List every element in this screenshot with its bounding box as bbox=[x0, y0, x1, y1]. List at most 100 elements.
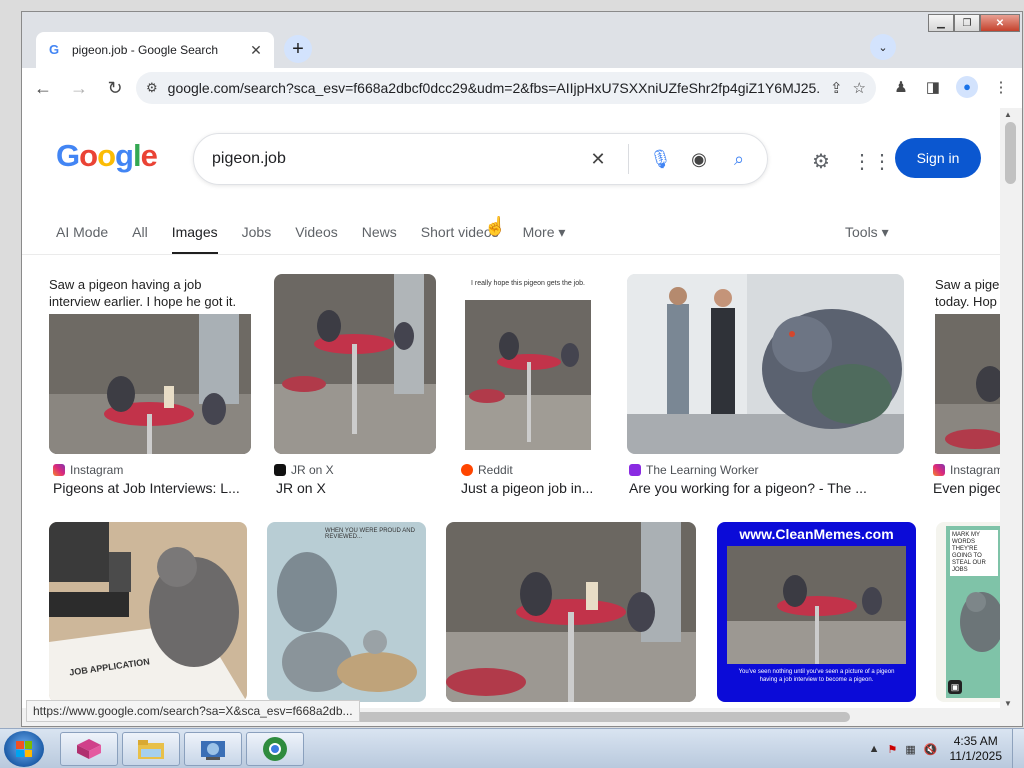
network-icon[interactable]: ▦ bbox=[905, 743, 915, 756]
tab-search-button[interactable]: ⌄ bbox=[870, 34, 896, 60]
share-icon[interactable]: ⇪ bbox=[830, 79, 843, 97]
browser-tab[interactable]: G pigeon.job - Google Search ✕ bbox=[36, 32, 274, 68]
address-bar[interactable]: ⚙ google.com/search?sca_esv=f668a2dbcf0d… bbox=[136, 72, 876, 104]
search-box[interactable]: pigeon.job ✕ 🎙 ◉ ⌕ bbox=[193, 133, 768, 185]
result-source[interactable]: Instagram bbox=[53, 463, 123, 477]
taskbar-app-visualstudio[interactable] bbox=[60, 732, 118, 766]
pigeon-cafe-image bbox=[727, 546, 906, 664]
pigeon-cafe-image bbox=[935, 314, 1000, 454]
tab-jobs[interactable]: Jobs bbox=[242, 224, 272, 255]
taskbar: ▲ ⚑ ▦ 🔇 4:35 AM 11/1/2025 bbox=[0, 728, 1024, 768]
show-desktop-button[interactable] bbox=[1012, 729, 1024, 768]
instagram-icon bbox=[53, 464, 65, 476]
result-thumbnail[interactable]: WHEN YOU WERE PROUD AND REVIEWED... bbox=[267, 522, 426, 702]
taskbar-app-control-panel[interactable] bbox=[184, 732, 242, 766]
reddit-icon bbox=[461, 464, 473, 476]
result-thumbnail[interactable] bbox=[274, 274, 436, 454]
result-source[interactable]: The Learning Worker bbox=[629, 463, 759, 477]
result-source[interactable]: Instagram bbox=[933, 463, 1000, 477]
start-button[interactable] bbox=[4, 731, 44, 767]
result-thumbnail[interactable]: I really hope this pigeon gets the job. bbox=[459, 274, 597, 454]
vertical-scrollbar[interactable]: ▲ ▼ bbox=[1000, 108, 1022, 710]
result-thumbnail[interactable]: www.CleanMemes.com You've seen nothing u… bbox=[717, 522, 916, 702]
back-button[interactable]: ← bbox=[28, 73, 58, 103]
tab-strip: G pigeon.job - Google Search ✕ + ⌄ bbox=[22, 12, 1022, 68]
reload-button[interactable]: ↻ bbox=[100, 73, 130, 103]
new-tab-button[interactable]: + bbox=[284, 35, 312, 63]
site-info-icon[interactable]: ⚙ bbox=[146, 80, 158, 96]
clear-search-icon[interactable]: ✕ bbox=[588, 149, 608, 170]
tab-images[interactable]: Images bbox=[171, 224, 218, 255]
tools-menu[interactable]: Tools ▾ bbox=[845, 224, 889, 241]
search-icon[interactable]: ⌕ bbox=[729, 149, 749, 170]
profile-avatar-icon[interactable]: ● bbox=[956, 76, 978, 98]
lens-camera-icon[interactable]: ◉ bbox=[689, 149, 709, 170]
tab-news[interactable]: News bbox=[362, 224, 397, 255]
result-title[interactable]: Are you working for a pigeon? - The ... bbox=[629, 480, 904, 496]
result-thumbnail[interactable] bbox=[627, 274, 904, 454]
meme-caption: WHEN YOU WERE PROUD AND REVIEWED... bbox=[325, 528, 415, 540]
result-title[interactable]: Just a pigeon job in... bbox=[461, 480, 601, 496]
result-thumbnail[interactable]: JOB APPLICATION bbox=[49, 522, 247, 702]
side-panel-icon[interactable]: ◨ bbox=[924, 78, 942, 96]
sign-in-button[interactable]: Sign in bbox=[895, 138, 981, 178]
tab-title: pigeon.job - Google Search bbox=[72, 43, 219, 57]
action-center-flag-icon[interactable]: ⚑ bbox=[888, 743, 898, 756]
result-title[interactable]: Pigeons at Job Interviews: L... bbox=[53, 480, 251, 496]
google-logo[interactable]: Google bbox=[56, 138, 158, 174]
pigeon-cafe-image bbox=[274, 274, 436, 454]
pigeon-cafe-image bbox=[465, 300, 591, 450]
control-panel-icon bbox=[201, 741, 225, 760]
result-title[interactable]: Even pigeo bbox=[933, 480, 1000, 496]
meme-caption: MARK MY WORDS THEY'RE GOING TO STEAL OUR… bbox=[950, 530, 998, 576]
taskbar-app-chrome[interactable] bbox=[246, 732, 304, 766]
menu-kebab-icon[interactable]: ⋮ bbox=[992, 78, 1010, 96]
close-window-button[interactable]: ✕ bbox=[980, 14, 1020, 32]
result-thumbnail[interactable]: MARK MY WORDS THEY'RE GOING TO STEAL OUR… bbox=[936, 522, 1000, 702]
search-input[interactable]: pigeon.job bbox=[212, 150, 588, 168]
tray-expand-icon[interactable]: ▲ bbox=[869, 743, 880, 755]
taskbar-app-explorer[interactable] bbox=[122, 732, 180, 766]
forward-button[interactable]: → bbox=[64, 73, 94, 103]
result-source[interactable]: JR on X bbox=[274, 463, 334, 477]
tab-videos[interactable]: Videos bbox=[295, 224, 338, 255]
folder-icon bbox=[138, 740, 164, 759]
result-title[interactable]: JR on X bbox=[276, 480, 436, 496]
minimize-button[interactable]: ▁ bbox=[928, 14, 954, 32]
vertical-scroll-thumb[interactable] bbox=[1005, 122, 1016, 184]
scroll-down-arrow-icon[interactable]: ▼ bbox=[1004, 699, 1012, 708]
meme-caption: Saw a pige today. Hop bbox=[931, 274, 1000, 314]
microphone-icon[interactable]: 🎙 bbox=[649, 149, 672, 170]
instagram-icon bbox=[933, 464, 945, 476]
meme-subcaption: You've seen nothing until you've seen a … bbox=[738, 669, 895, 683]
window-controls: ▁ ❐ ✕ bbox=[928, 14, 1020, 32]
chrome-icon bbox=[263, 737, 287, 761]
clock[interactable]: 4:35 AM 11/1/2025 bbox=[950, 734, 1003, 764]
clock-date: 11/1/2025 bbox=[949, 749, 1003, 763]
toolbar-actions: ♟ ◨ ● ⋮ bbox=[892, 76, 1010, 98]
meme-caption: Saw a pigeon having a job interview earl… bbox=[49, 274, 251, 314]
result-thumbnail[interactable]: Saw a pige today. Hop bbox=[931, 274, 1000, 454]
result-thumbnail[interactable]: Saw a pigeon having a job interview earl… bbox=[49, 274, 251, 454]
scroll-up-arrow-icon[interactable]: ▲ bbox=[1004, 110, 1012, 119]
url-text[interactable]: google.com/search?sca_esv=f668a2dbcf0dcc… bbox=[168, 80, 820, 96]
google-favicon-icon: G bbox=[48, 42, 60, 57]
search-divider bbox=[628, 144, 629, 174]
bookmark-star-icon[interactable]: ☆ bbox=[853, 79, 866, 97]
extensions-icon[interactable]: ♟ bbox=[892, 78, 910, 96]
app-cube-icon bbox=[77, 739, 101, 759]
tab-close-icon[interactable]: ✕ bbox=[248, 42, 264, 59]
tab-more[interactable]: More ▾ bbox=[523, 224, 566, 255]
gallery-icon: ▣ bbox=[948, 680, 962, 694]
meme-caption: I really hope this pigeon gets the job. bbox=[470, 280, 586, 287]
learning-worker-icon bbox=[629, 464, 641, 476]
volume-muted-icon[interactable]: 🔇 bbox=[924, 743, 938, 756]
tab-all[interactable]: All bbox=[132, 224, 148, 255]
maximize-button[interactable]: ❐ bbox=[954, 14, 980, 32]
pigeon-illustration-image bbox=[267, 522, 426, 702]
result-thumbnail[interactable] bbox=[446, 522, 696, 702]
clock-time: 4:35 AM bbox=[953, 734, 998, 748]
tab-ai-mode[interactable]: AI Mode bbox=[56, 224, 108, 255]
settings-gear-icon[interactable]: ⚙ bbox=[812, 149, 830, 174]
result-source[interactable]: Reddit bbox=[461, 463, 513, 477]
